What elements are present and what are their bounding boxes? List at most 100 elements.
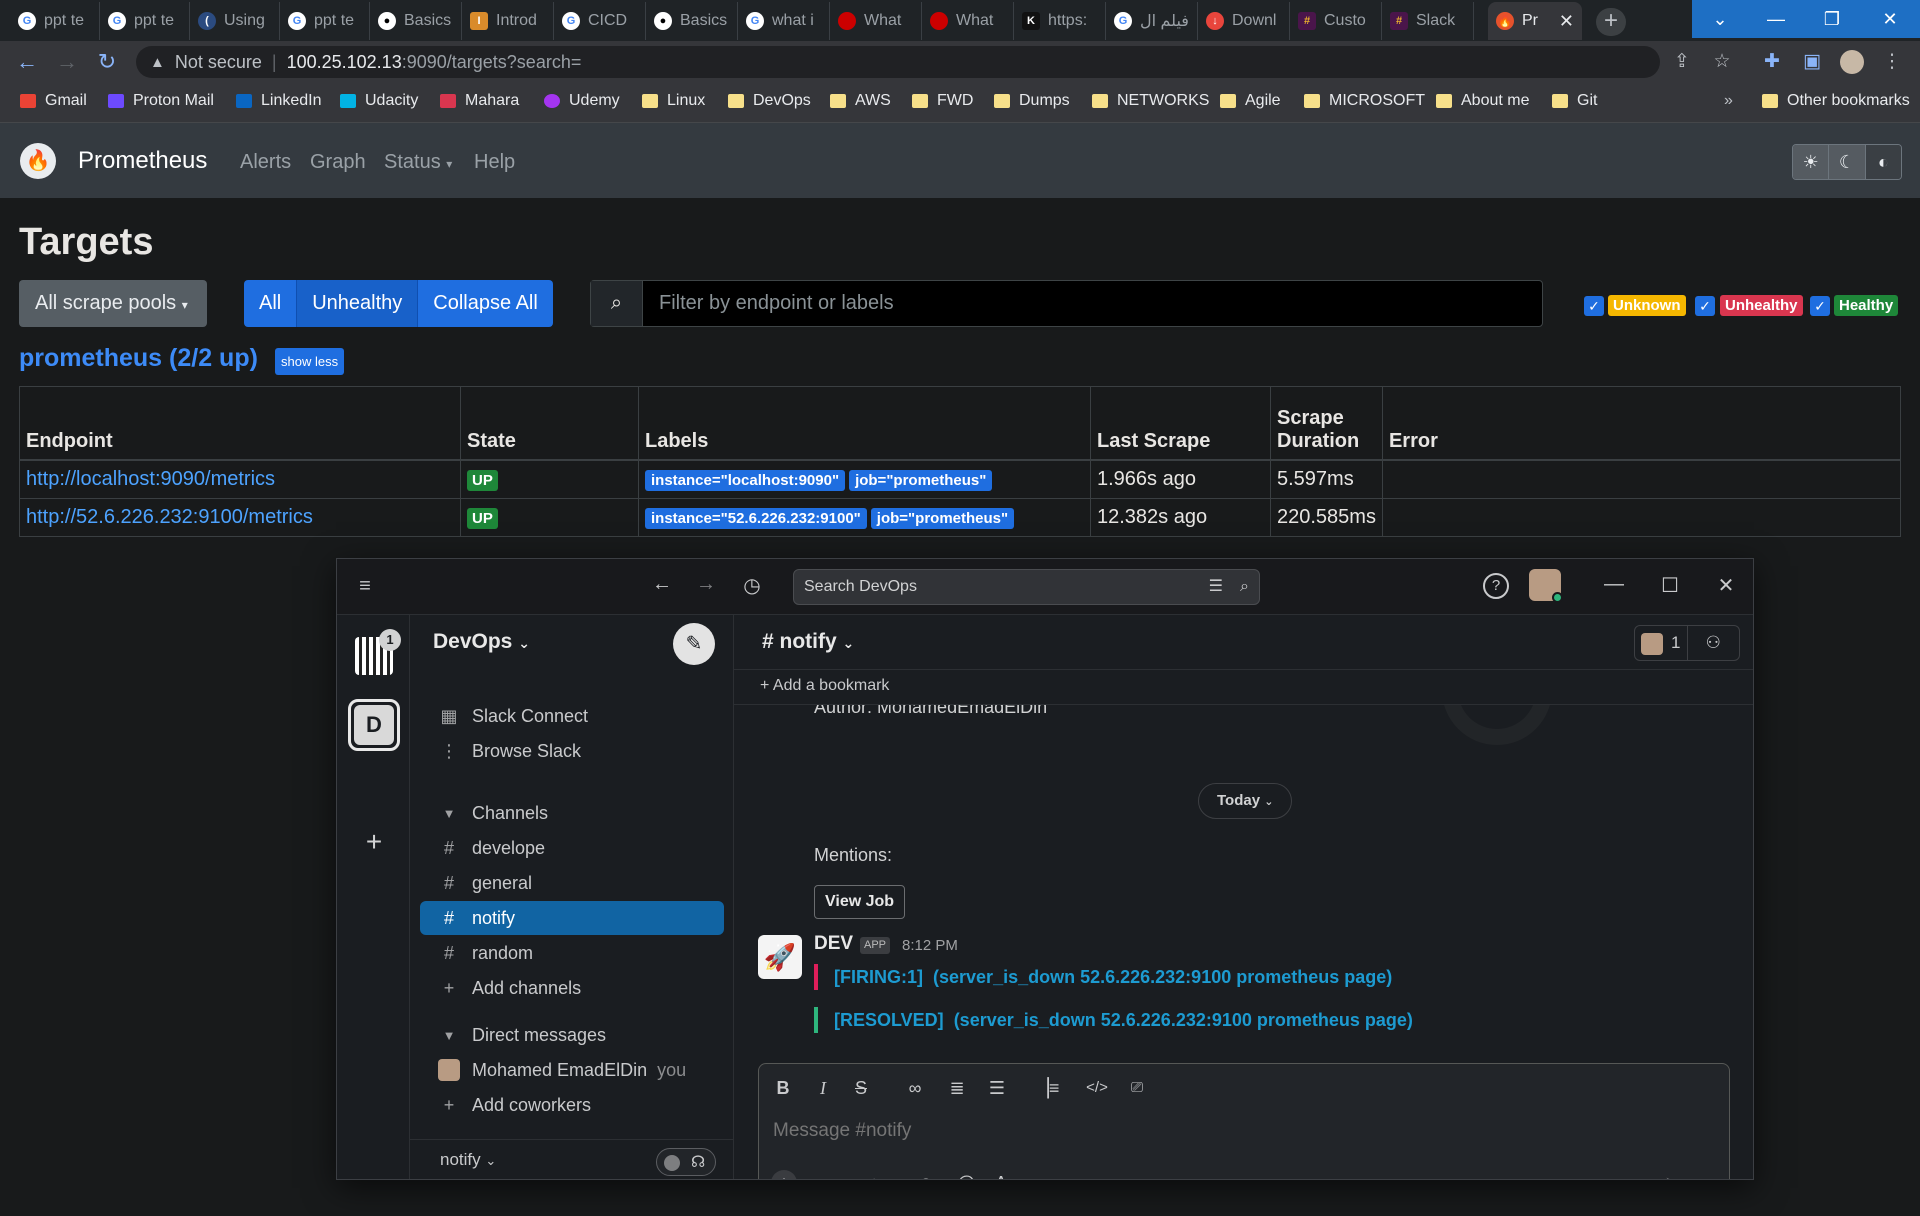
target-search-input[interactable] xyxy=(643,281,1542,326)
scrape-pool-dropdown[interactable]: All scrape pools ▾ xyxy=(19,280,207,327)
channel-name[interactable]: # notify ⌄ xyxy=(762,630,854,654)
members-button[interactable]: 1 ⚇ xyxy=(1634,625,1740,661)
bookmark-udacity[interactable]: Udacity xyxy=(340,92,418,110)
bookmark-folder[interactable]: Dumps xyxy=(994,92,1070,110)
filter-all-button[interactable]: All xyxy=(244,280,298,327)
browser-tab[interactable]: (Using xyxy=(190,2,280,40)
huddle-channel-label[interactable]: notify ⌄ xyxy=(440,1150,496,1170)
firing-alert-link[interactable]: [FIRING:1] (server_is_down 52.6.226.232:… xyxy=(814,964,1392,990)
formatting-icon[interactable]: Aa xyxy=(993,1170,1019,1179)
bookmark-folder[interactable]: NETWORKS xyxy=(1092,92,1209,110)
light-theme-icon[interactable]: ☀ xyxy=(1793,145,1830,179)
minimize-icon[interactable]: — xyxy=(1599,573,1629,596)
bookmark-folder[interactable]: FWD xyxy=(912,92,973,110)
bookmark-mahara[interactable]: Mahara xyxy=(440,92,519,110)
ordered-list-icon[interactable]: ≣ xyxy=(945,1076,969,1100)
compose-icon[interactable]: ✎ xyxy=(673,623,715,665)
profile-avatar[interactable] xyxy=(1840,50,1864,74)
bookmark-linkedin[interactable]: LinkedIn xyxy=(236,92,322,110)
sidebar-item-slack-connect[interactable]: ▦ Slack Connect xyxy=(420,699,724,733)
add-coworkers-button[interactable]: + Add coworkers xyxy=(420,1088,724,1122)
browser-tab[interactable]: Gppt te xyxy=(100,2,190,40)
history-icon[interactable]: ◷ xyxy=(739,573,765,598)
bookmark-folder[interactable]: MICROSOFT xyxy=(1304,92,1425,110)
bookmark-folder[interactable]: Linux xyxy=(642,92,705,110)
other-bookmarks[interactable]: Other bookmarks xyxy=(1762,92,1910,110)
browser-tab[interactable]: Gppt te xyxy=(280,2,370,40)
date-divider-button[interactable]: Today ⌄ xyxy=(1198,783,1293,819)
back-icon[interactable]: ← xyxy=(14,49,40,75)
prometheus-logo-icon[interactable]: 🔥 xyxy=(20,143,56,179)
blockquote-icon[interactable]: ▕≡ xyxy=(1035,1076,1059,1100)
search-icon[interactable]: ⌕ xyxy=(1240,570,1249,604)
maximize-icon[interactable]: ☐ xyxy=(1655,573,1685,598)
tab-search-button[interactable]: ⌄ xyxy=(1692,0,1748,38)
direct-messages-header[interactable]: ▼ Direct messages xyxy=(420,1018,724,1052)
microphone-icon[interactable]: ♪ xyxy=(861,1170,887,1179)
filter-sliders-icon[interactable]: ☰ xyxy=(1209,570,1223,604)
sidebar-channel-notify[interactable]: # notify xyxy=(420,901,724,935)
browser-tab[interactable]: Gppt te xyxy=(10,2,100,40)
hamburger-menu-icon[interactable]: ≡ xyxy=(353,575,377,598)
side-panel-icon[interactable]: ▣ xyxy=(1800,50,1824,74)
bookmark-folder[interactable]: About me xyxy=(1436,92,1529,110)
restore-button[interactable]: ❐ xyxy=(1804,0,1860,38)
mention-icon[interactable]: @ xyxy=(953,1170,979,1179)
sidebar-channel-develope[interactable]: # develope xyxy=(420,831,724,865)
close-icon[interactable]: ✕ xyxy=(1711,573,1741,598)
nav-help[interactable]: Help xyxy=(474,151,515,174)
browser-tab[interactable]: ● Basics xyxy=(370,2,462,40)
send-options-chevron-icon[interactable]: ⌄ xyxy=(1693,1170,1719,1179)
nav-alerts[interactable]: Alerts xyxy=(240,151,291,174)
attach-plus-icon[interactable]: + xyxy=(771,1170,797,1179)
unknown-checkbox[interactable]: ✓ xyxy=(1584,296,1604,316)
browser-tab[interactable]: ● Basics xyxy=(646,2,738,40)
bookmark-folder[interactable]: AWS xyxy=(830,92,891,110)
browser-tab[interactable]: I Introd xyxy=(462,2,554,40)
code-icon[interactable]: </> xyxy=(1085,1076,1109,1100)
resolved-alert-link[interactable]: [RESOLVED] (server_is_down 52.6.226.232:… xyxy=(814,1007,1413,1033)
bookmark-folder[interactable]: Git xyxy=(1552,92,1597,110)
auto-theme-icon[interactable]: ◐ xyxy=(1865,145,1901,179)
filter-unhealthy-button[interactable]: Unhealthy xyxy=(297,280,419,327)
minimize-button[interactable]: — xyxy=(1748,0,1804,38)
sidebar-item-browse[interactable]: ⋮ Browse Slack xyxy=(420,734,724,768)
video-icon[interactable]: ▭ xyxy=(823,1170,849,1179)
sidebar-channel-general[interactable]: # general xyxy=(420,866,724,900)
bookmark-gmail[interactable]: Gmail xyxy=(20,92,87,110)
brand-title[interactable]: Prometheus xyxy=(78,147,207,175)
send-icon[interactable]: ➤ xyxy=(1659,1170,1685,1179)
forward-icon[interactable]: → xyxy=(54,49,80,75)
workspace-d-button[interactable]: D xyxy=(348,699,400,751)
bookmark-folder[interactable]: Agile xyxy=(1220,92,1281,110)
menu-icon[interactable]: ⋮ xyxy=(1880,50,1904,74)
browser-tab[interactable]: G CICD xyxy=(554,2,646,40)
nav-graph[interactable]: Graph xyxy=(310,151,366,174)
bold-icon[interactable]: B xyxy=(771,1076,795,1100)
browser-tab[interactable]: # Custo xyxy=(1290,2,1382,40)
bookmark-folder[interactable]: DevOps xyxy=(728,92,811,110)
browser-tab[interactable]: What xyxy=(830,2,922,40)
browser-tab[interactable]: Khttps: xyxy=(1014,2,1106,40)
share-icon[interactable]: ⇪ xyxy=(1670,50,1694,74)
message-input[interactable] xyxy=(773,1120,1473,1142)
new-tab-button[interactable]: + xyxy=(1596,8,1626,36)
healthy-checkbox[interactable]: ✓ xyxy=(1810,296,1830,316)
forward-arrow-icon[interactable]: → xyxy=(693,573,719,596)
bulleted-list-icon[interactable]: ☰ xyxy=(985,1076,1009,1100)
workspace-name[interactable]: DevOps ⌄ xyxy=(433,630,530,654)
dark-theme-icon[interactable]: ☾ xyxy=(1829,145,1866,179)
sidebar-channel-random[interactable]: # random xyxy=(420,936,724,970)
close-tab-icon[interactable]: ✕ xyxy=(1559,11,1574,32)
dm-item-self[interactable]: Mohamed EmadElDin you xyxy=(420,1053,724,1087)
app-name[interactable]: DEV xyxy=(814,933,853,955)
show-less-button[interactable]: show less xyxy=(275,348,345,375)
help-icon[interactable]: ? xyxy=(1483,573,1509,599)
bookmark-star-icon[interactable]: ☆ xyxy=(1710,50,1734,74)
rocket-app-avatar-icon[interactable]: 🚀 xyxy=(758,935,802,979)
channels-header[interactable]: ▼ Channels xyxy=(420,796,724,830)
endpoint-link[interactable]: http://52.6.226.232:9100/metrics xyxy=(26,506,313,528)
bookmarks-overflow-button[interactable]: » xyxy=(1724,92,1733,110)
add-member-icon[interactable]: ⚇ xyxy=(1686,626,1740,660)
add-workspace-icon[interactable]: + xyxy=(359,827,389,857)
